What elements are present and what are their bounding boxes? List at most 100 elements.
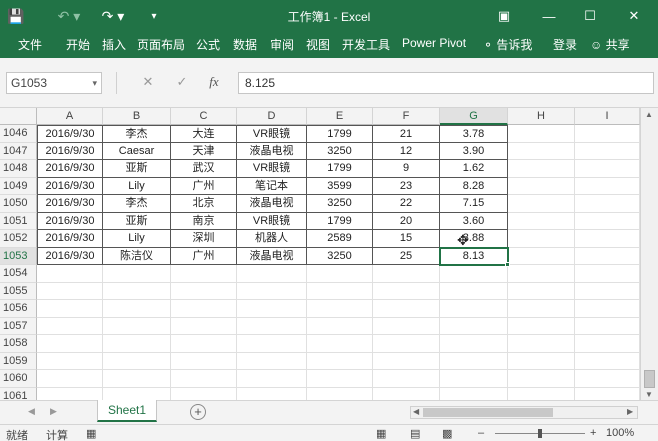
row-header[interactable]: 1061: [0, 387, 37, 400]
cell[interactable]: 7.15: [440, 195, 508, 213]
cell[interactable]: 李杰: [103, 125, 171, 143]
cell[interactable]: [575, 335, 640, 353]
cell[interactable]: [440, 317, 508, 335]
cell[interactable]: 2589: [307, 230, 373, 248]
cell[interactable]: [171, 387, 237, 400]
cell[interactable]: [37, 265, 103, 283]
cell[interactable]: [307, 317, 373, 335]
cell[interactable]: Lily: [103, 177, 171, 195]
close-icon[interactable]: ✕: [620, 4, 648, 28]
cell[interactable]: 9: [373, 160, 440, 178]
column-header-c[interactable]: C: [171, 108, 237, 125]
cell[interactable]: 3.88: [440, 230, 508, 248]
cell[interactable]: [575, 142, 640, 160]
cell[interactable]: [575, 247, 640, 265]
next-sheet-icon[interactable]: ▶: [50, 406, 57, 417]
cell[interactable]: [575, 125, 640, 143]
cell[interactable]: 1.62: [440, 160, 508, 178]
cell[interactable]: [575, 317, 640, 335]
cell[interactable]: [508, 177, 575, 195]
row-header[interactable]: 1054: [0, 265, 37, 283]
cell[interactable]: [307, 265, 373, 283]
cell[interactable]: [171, 282, 237, 300]
cell[interactable]: Lily: [103, 230, 171, 248]
cell[interactable]: 2016/9/30: [37, 195, 103, 213]
cell[interactable]: [103, 300, 171, 318]
cell[interactable]: [237, 317, 307, 335]
cell[interactable]: [440, 352, 508, 370]
vertical-scroll-thumb[interactable]: [644, 370, 655, 388]
cell[interactable]: [440, 387, 508, 400]
cell[interactable]: [508, 195, 575, 213]
row-header[interactable]: 1057: [0, 317, 37, 335]
cell[interactable]: 2016/9/30: [37, 212, 103, 230]
cell[interactable]: [373, 335, 440, 353]
cell[interactable]: 液晶电视: [237, 247, 307, 265]
status-calculate[interactable]: 计算: [46, 427, 68, 441]
row-header[interactable]: 1058: [0, 335, 37, 353]
cell[interactable]: [508, 125, 575, 143]
cell[interactable]: [237, 387, 307, 400]
cell[interactable]: 液晶电视: [237, 195, 307, 213]
cell[interactable]: 3.60: [440, 212, 508, 230]
cell[interactable]: 1799: [307, 125, 373, 143]
cell[interactable]: [508, 142, 575, 160]
cell[interactable]: [103, 265, 171, 283]
name-box[interactable]: G1053 ▾: [6, 72, 102, 94]
cell[interactable]: [508, 282, 575, 300]
cell[interactable]: Caesar: [103, 142, 171, 160]
cell[interactable]: [575, 230, 640, 248]
cell[interactable]: [37, 335, 103, 353]
cell[interactable]: 陈洁仪: [103, 247, 171, 265]
page-break-view-icon[interactable]: ▩: [442, 427, 452, 440]
cell[interactable]: VR眼镜: [237, 160, 307, 178]
cell[interactable]: 2016/9/30: [37, 160, 103, 178]
cell[interactable]: 3599: [307, 177, 373, 195]
fill-handle[interactable]: [505, 262, 510, 267]
cell[interactable]: [575, 177, 640, 195]
cell[interactable]: [575, 212, 640, 230]
row-header[interactable]: 1047: [0, 142, 37, 160]
cancel-icon[interactable]: ✕: [138, 74, 158, 92]
cell[interactable]: [237, 300, 307, 318]
cell[interactable]: 1799: [307, 160, 373, 178]
cell[interactable]: 1799: [307, 212, 373, 230]
cell[interactable]: [307, 300, 373, 318]
horizontal-scrollbar[interactable]: ◀ ▶: [410, 406, 638, 419]
cell[interactable]: [103, 387, 171, 400]
column-header-d[interactable]: D: [237, 108, 307, 125]
cell[interactable]: [37, 317, 103, 335]
cell[interactable]: 2016/9/30: [37, 230, 103, 248]
cell[interactable]: 亚斯: [103, 212, 171, 230]
cell[interactable]: [373, 370, 440, 388]
tab-file[interactable]: 文件: [18, 36, 42, 53]
row-header[interactable]: 1049: [0, 177, 37, 195]
cell[interactable]: 2016/9/30: [37, 142, 103, 160]
column-header-f[interactable]: F: [373, 108, 440, 125]
cell[interactable]: [171, 352, 237, 370]
scroll-right-icon[interactable]: ▶: [627, 407, 633, 416]
cell[interactable]: 25: [373, 247, 440, 265]
cell[interactable]: 广州: [171, 177, 237, 195]
horizontal-scroll-thumb[interactable]: [423, 408, 553, 417]
cell[interactable]: 笔记本: [237, 177, 307, 195]
enter-icon[interactable]: ✓: [172, 74, 192, 92]
cell[interactable]: 23: [373, 177, 440, 195]
cell[interactable]: 22: [373, 195, 440, 213]
cell[interactable]: [508, 265, 575, 283]
cell[interactable]: [575, 300, 640, 318]
name-box-dropdown-icon[interactable]: ▾: [92, 73, 97, 93]
cell[interactable]: [508, 300, 575, 318]
cell[interactable]: 3250: [307, 142, 373, 160]
cell[interactable]: [37, 282, 103, 300]
cell[interactable]: [575, 370, 640, 388]
row-header[interactable]: 1051: [0, 212, 37, 230]
cell[interactable]: 深圳: [171, 230, 237, 248]
cell[interactable]: 2016/9/30: [37, 177, 103, 195]
scroll-left-icon[interactable]: ◀: [413, 407, 419, 416]
cell[interactable]: [103, 352, 171, 370]
cell[interactable]: [37, 370, 103, 388]
cell[interactable]: 3250: [307, 247, 373, 265]
cell[interactable]: [307, 387, 373, 400]
macro-record-icon[interactable]: ▦: [86, 427, 96, 440]
